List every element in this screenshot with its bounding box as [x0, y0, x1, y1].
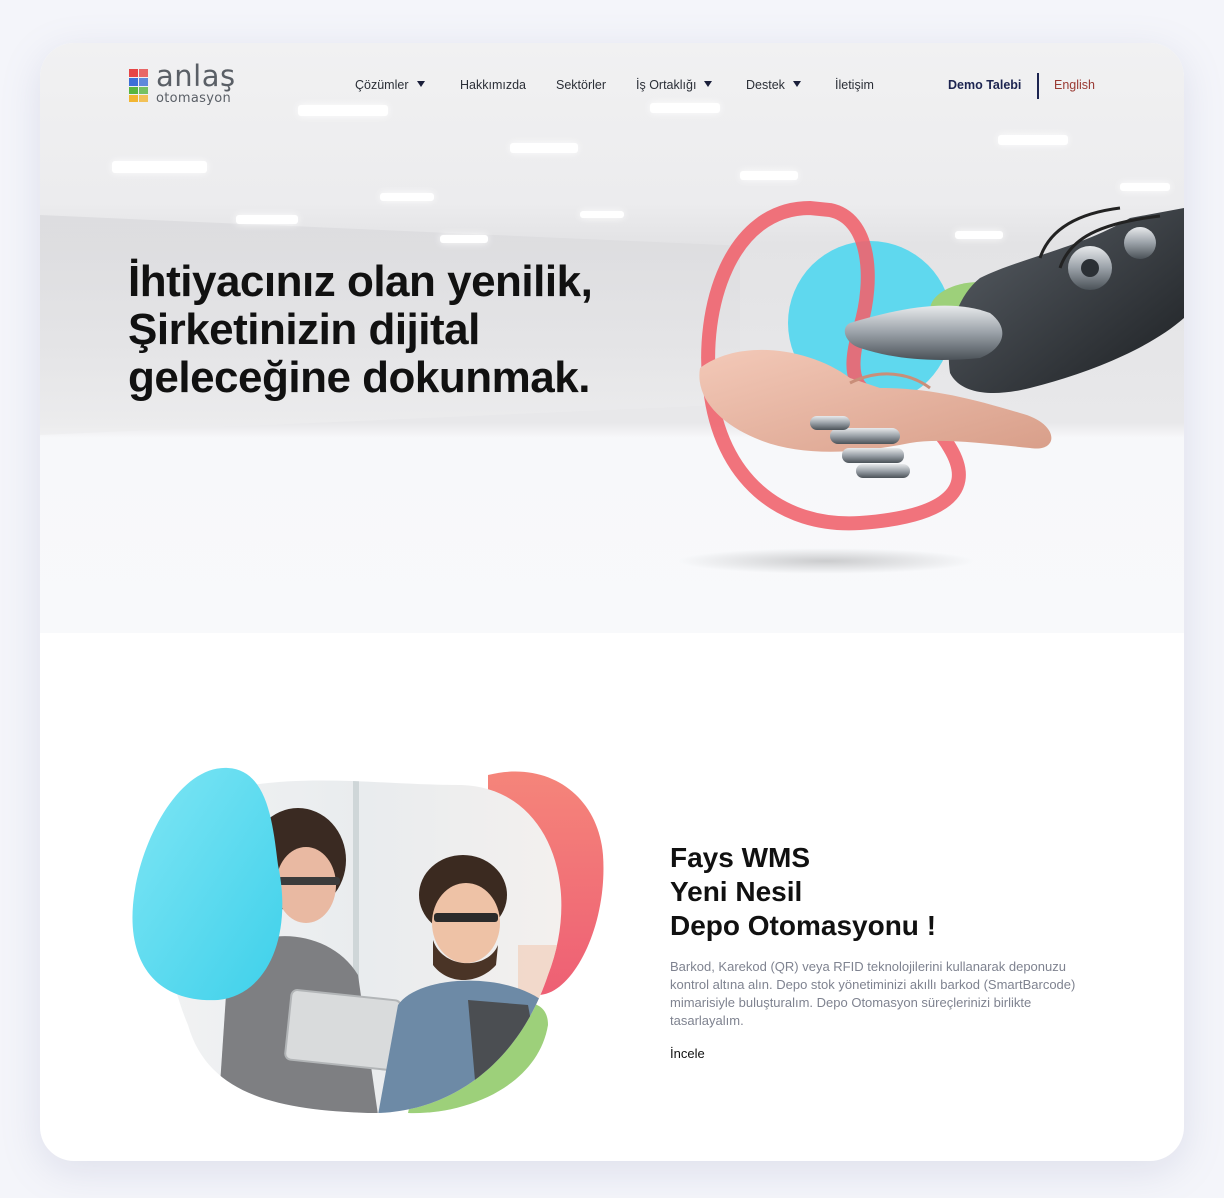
- chevron-down-icon: [416, 81, 425, 87]
- nav-item-label: Destek: [746, 78, 785, 92]
- human-robot-handshake-icon: [699, 200, 1184, 531]
- ceiling-light: [380, 193, 434, 201]
- language-switch-link[interactable]: English: [1054, 78, 1095, 92]
- ceiling-light: [740, 171, 798, 180]
- nav-item-label: Sektörler: [556, 78, 607, 92]
- nav-item-cozumler[interactable]: Çözümler: [355, 78, 425, 98]
- ceiling-light: [236, 215, 298, 224]
- ceiling-light: [298, 105, 388, 116]
- logo-tagline: otomasyon: [156, 91, 231, 106]
- ceiling-light: [112, 161, 207, 173]
- hero-headline: İhtiyacınız olan yenilik, Şirketinizin d…: [128, 258, 708, 402]
- feature-title-line: Depo Otomasyonu !: [670, 910, 937, 941]
- nav-item-label: Çözümler: [355, 78, 409, 92]
- hero-headline-line: İhtiyacınız olan yenilik,: [128, 257, 593, 306]
- team-with-tablet-photo: [132, 767, 604, 1114]
- chevron-down-icon: [704, 81, 713, 87]
- nav-item-is-ortakligi[interactable]: İş Ortaklığı: [636, 78, 713, 98]
- floor-shadow: [676, 548, 976, 574]
- ceiling-light: [510, 143, 578, 153]
- ceiling-light: [998, 135, 1068, 145]
- hero-headline-line: Şirketinizin dijital: [128, 305, 480, 354]
- nav-divider: [1037, 73, 1039, 99]
- nav-item-label: Hakkımızda: [460, 78, 526, 92]
- ceiling-light: [1120, 183, 1170, 191]
- nav-item-iletisim[interactable]: İletişim: [835, 78, 874, 98]
- nav-item-label: İletişim: [835, 78, 874, 92]
- logo-wordmark: anlaş: [156, 59, 236, 93]
- nav-item-sektorler[interactable]: Sektörler: [556, 78, 606, 98]
- brand-logo[interactable]: anlaş otomasyon: [128, 59, 248, 109]
- hero-section: anlaş otomasyon Çözümler Hakkımızda Sekt…: [40, 43, 1184, 633]
- hero-headline-line: geleceğine dokunmak.: [128, 353, 590, 402]
- chevron-down-icon: [792, 81, 801, 87]
- ceiling-light: [440, 235, 488, 243]
- feature-description: Barkod, Karekod (QR) veya RFID teknoloji…: [670, 959, 1076, 1028]
- logo-cube-icon: [129, 69, 148, 102]
- feature-title-line: Yeni Nesil: [670, 876, 803, 907]
- feature-title-line: Fays WMS: [670, 842, 811, 873]
- page-frame: anlaş otomasyon Çözümler Hakkımızda Sekt…: [40, 43, 1184, 1161]
- nav-item-label: İş Ortaklığı: [636, 78, 697, 92]
- nav-item-hakkimizda[interactable]: Hakkımızda: [460, 78, 526, 98]
- feature-more-link[interactable]: İncele: [670, 1046, 705, 1061]
- ceiling-light: [650, 103, 720, 113]
- ceiling-light: [580, 211, 624, 218]
- demo-request-link[interactable]: Demo Talebi: [948, 78, 1021, 92]
- nav-item-destek[interactable]: Destek: [746, 78, 801, 98]
- feature-title: Fays WMS Yeni Nesil Depo Otomasyonu !: [670, 841, 936, 943]
